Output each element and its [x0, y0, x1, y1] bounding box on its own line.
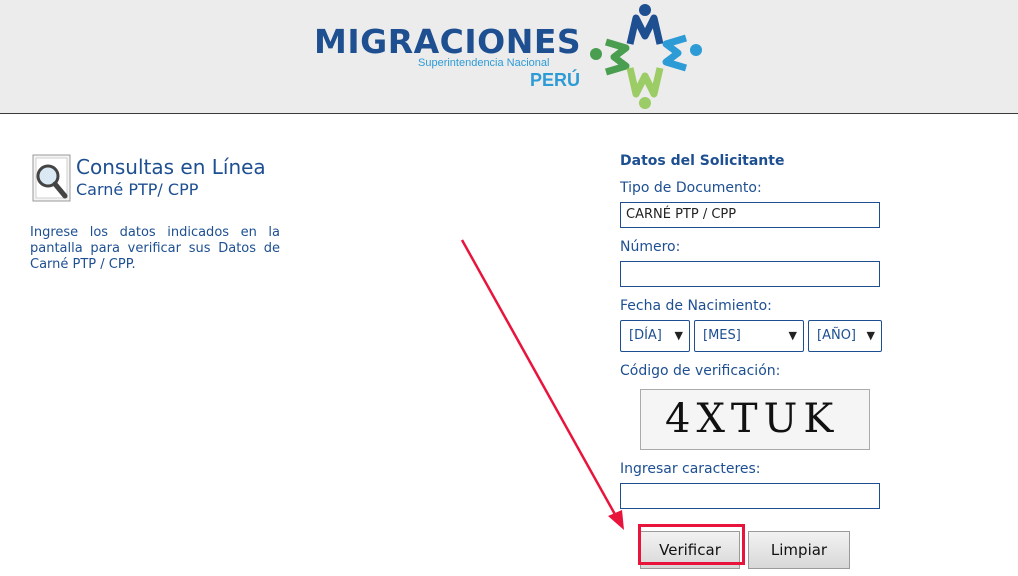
numero-input[interactable] [620, 261, 880, 287]
tipo-documento-field[interactable]: CARNÉ PTP / CPP [620, 202, 880, 228]
instructions-text: Ingrese los datos indicados en la pantal… [30, 225, 280, 272]
logo-title: MIGRACIONES [314, 22, 582, 61]
magnifier-document-icon [32, 154, 71, 202]
captcha-input[interactable] [620, 483, 880, 509]
chevron-down-icon: ▼ [674, 329, 683, 342]
fecha-nacimiento-label: Fecha de Nacimiento: [620, 298, 772, 314]
captcha-image: 4XTUK [640, 389, 870, 450]
page-title: Consultas en Línea [76, 155, 266, 179]
year-select-value: [AÑO] [817, 328, 856, 343]
codigo-verificacion-label: Código de verificación: [620, 363, 781, 379]
captcha-text: 4XTUK [665, 396, 840, 442]
limpiar-button[interactable]: Limpiar [748, 531, 850, 569]
month-select[interactable]: [MES] ▼ [694, 320, 804, 352]
day-select[interactable]: [DÍA] ▼ [620, 320, 690, 352]
chevron-down-icon: ▼ [788, 329, 797, 342]
logo-country: PERÚ [530, 70, 581, 90]
annotation-highlight-box [638, 524, 745, 565]
tipo-documento-label: Tipo de Documento: [620, 180, 762, 196]
header: MIGRACIONES Superintendencia Nacional PE… [0, 0, 1018, 114]
year-select[interactable]: [AÑO] ▼ [808, 320, 882, 352]
migraciones-logo-icon [590, 4, 702, 109]
ingresar-caracteres-label: Ingresar caracteres: [620, 461, 761, 477]
chevron-down-icon: ▼ [866, 329, 875, 342]
numero-label: Número: [620, 239, 681, 255]
month-select-value: [MES] [703, 328, 741, 343]
page-subtitle: Carné PTP/ CPP [76, 180, 199, 199]
form-section-title: Datos del Solicitante [620, 153, 785, 169]
logo-subtitle: Superintendencia Nacional [418, 57, 550, 69]
day-select-value: [DÍA] [629, 328, 662, 343]
